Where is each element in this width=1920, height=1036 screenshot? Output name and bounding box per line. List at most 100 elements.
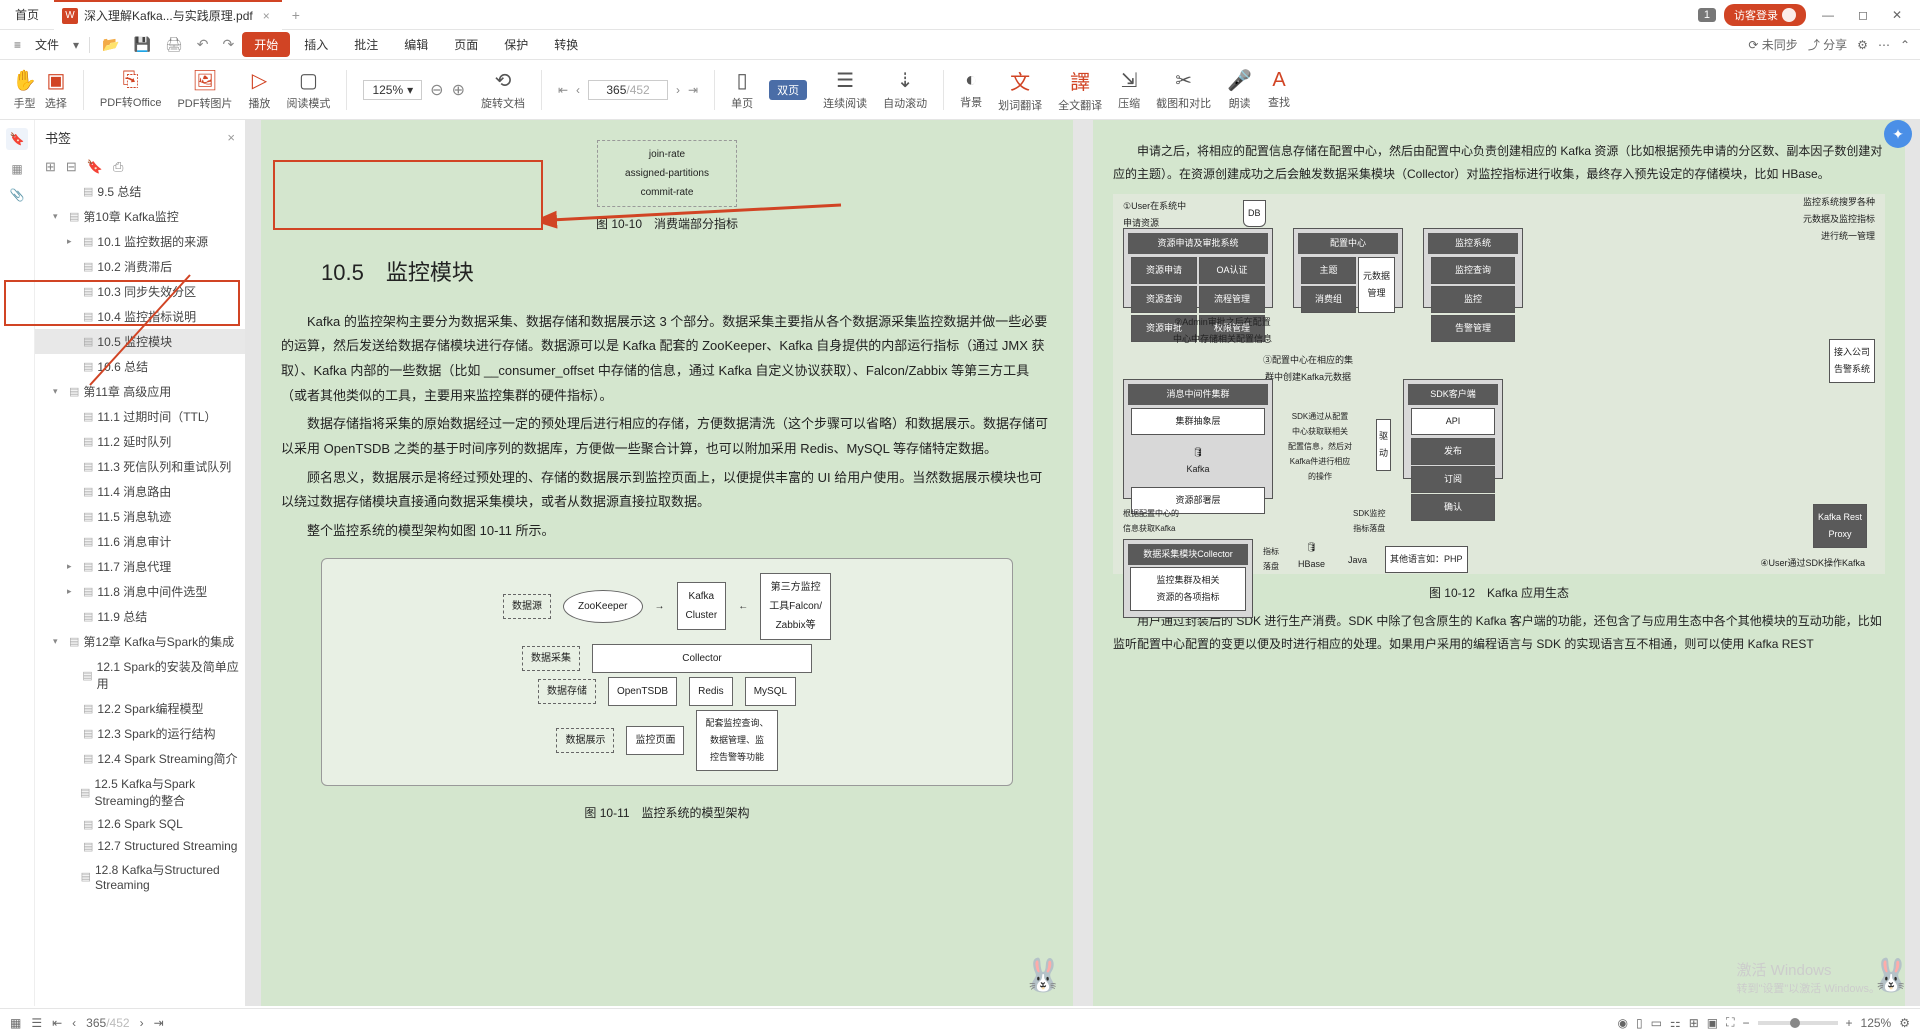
sb-icon[interactable]: ▣ [1707,1016,1718,1030]
auto-scroll[interactable]: ⇣自动滚动 [883,68,927,111]
save-icon[interactable]: 💾 [128,36,157,53]
zoom-in-icon[interactable]: ⊕ [452,80,465,100]
zoom-slider[interactable] [1758,1021,1838,1025]
bookmark-item[interactable]: ▤12.4 Spark Streaming简介 [35,746,245,771]
compress[interactable]: ⇲压缩 [1118,68,1140,111]
last-page-icon[interactable]: ⇥ [688,83,698,97]
document-viewport[interactable]: join-rate assigned-partitions commit-rat… [246,120,1920,1006]
bookmark-item[interactable]: ▤12.3 Spark的运行结构 [35,721,245,746]
bookmark-item[interactable]: ▤12.2 Spark编程模型 [35,696,245,721]
sync-status[interactable]: ⟳ 未同步 [1748,36,1797,53]
open-icon[interactable]: 📂 [96,36,125,53]
bookmark-item[interactable]: ▤12.1 Spark的安装及简单应用 [35,654,245,696]
collapse-ribbon-icon[interactable]: ⌃ [1900,38,1910,52]
dict-translate[interactable]: 文划词翻译 [998,66,1042,113]
close-tab-icon[interactable]: × [259,9,274,23]
double-page[interactable]: 双页 [769,80,807,100]
bookmark-item[interactable]: ▸▤11.8 消息中间件选型 [35,579,245,604]
bookmark-icon[interactable]: 🔖 [87,159,103,175]
bookmark-list[interactable]: ▤9.5 总结▾▤第10章 Kafka监控▸▤10.1 监控数据的来源▤10.2… [35,179,245,1006]
settings-icon[interactable]: ⚙ [1857,38,1868,52]
sb-icon[interactable]: ⚏ [1670,1016,1681,1030]
sb-zoom-in-icon[interactable]: + [1846,1016,1853,1030]
sb-next-icon[interactable]: › [140,1016,144,1030]
bookmark-item[interactable]: ▤12.5 Kafka与Spark Streaming的整合 [35,771,245,813]
background[interactable]: ◐背景 [960,69,982,110]
bookmark-item[interactable]: ▤10.2 消费滞后 [35,254,245,279]
tab-protect[interactable]: 保护 [492,36,540,53]
tab-annotate[interactable]: 批注 [342,36,390,53]
tab-start[interactable]: 开始 [242,32,290,57]
tab-edit[interactable]: 编辑 [392,36,440,53]
bookmark-item[interactable]: ▤11.2 延时队列 [35,429,245,454]
bookmark-item[interactable]: ▤11.5 消息轨迹 [35,504,245,529]
bookmark-item[interactable]: ▤10.5 监控模块 [35,329,245,354]
select-tool[interactable]: ▣选择 [45,68,67,111]
maximize-icon[interactable]: ◻ [1850,8,1876,22]
sb-zoom-fit-icon[interactable]: ⛶ [1726,1015,1734,1030]
page-input[interactable]: 365/452 [588,80,668,100]
undo-icon[interactable]: ↶ [191,36,215,53]
collapse-all-icon[interactable]: ⊟ [66,159,77,175]
full-translate[interactable]: 譯全文翻译 [1058,66,1102,113]
print-icon[interactable]: 🖨 [159,36,189,53]
sb-page[interactable]: 365/452 [86,1016,129,1030]
guest-login-button[interactable]: 访客登录 [1724,4,1806,26]
find[interactable]: A查找 [1268,69,1290,110]
prev-page-icon[interactable]: ‹ [576,83,580,97]
bookmark-item[interactable]: ▤10.3 同步失效分区 [35,279,245,304]
first-page-icon[interactable]: ⇤ [558,83,568,97]
screenshot-compare[interactable]: ✂截图和对比 [1156,68,1211,111]
sb-icon[interactable]: ▭ [1651,1016,1662,1030]
minimize-icon[interactable]: ― [1814,8,1842,22]
continuous-read[interactable]: ☰连续阅读 [823,68,867,111]
bookmark-item[interactable]: ▤11.3 死信队列和重试队列 [35,454,245,479]
sb-zoom-value[interactable]: 125% [1861,1016,1892,1030]
view-list-icon[interactable]: ☰ [31,1016,42,1030]
play-button[interactable]: ▷播放 [248,68,270,111]
sb-icon[interactable]: ◉ [1617,1016,1627,1030]
bookmark-item[interactable]: ▤9.5 总结 [35,179,245,204]
bookmark-item[interactable]: ▤11.9 总结 [35,604,245,629]
bookmark-item[interactable]: ▤10.4 监控指标说明 [35,304,245,329]
sb-first-icon[interactable]: ⇤ [52,1016,62,1030]
tab-convert[interactable]: 转换 [542,36,590,53]
sb-prev-icon[interactable]: ‹ [72,1016,76,1030]
sb-last-icon[interactable]: ⇥ [154,1016,164,1030]
tab-insert[interactable]: 插入 [292,36,340,53]
hand-tool[interactable]: ✋手型 [12,68,37,111]
expand-all-icon[interactable]: ⊞ [45,159,56,175]
close-panel-icon[interactable]: × [227,130,235,145]
tab-page[interactable]: 页面 [442,36,490,53]
bookmark-item[interactable]: ▤12.8 Kafka与Structured Streaming [35,857,245,896]
menu-icon[interactable]: ≡ [10,38,25,52]
pdf-to-office[interactable]: ⎘PDF转Office [100,69,162,110]
bookmark-item[interactable]: ▤12.7 Structured Streaming [35,835,245,857]
sb-icon[interactable]: ▯ [1636,1016,1643,1030]
bookmark-item[interactable]: ▤10.6 总结 [35,354,245,379]
more-icon[interactable]: ⋯ [1878,38,1890,52]
bookmark-item[interactable]: ▤11.6 消息审计 [35,529,245,554]
sb-zoom-out-icon[interactable]: − [1743,1016,1750,1030]
read-mode[interactable]: ▢阅读模式 [286,68,330,111]
bookmark-item[interactable]: ▸▤10.1 监控数据的来源 [35,229,245,254]
bookmark-tab-icon[interactable]: 🔖 [6,128,29,150]
zoom-select[interactable]: 125% ▾ [363,80,422,100]
bookmark-item[interactable]: ▾▤第10章 Kafka监控 [35,204,245,229]
single-page[interactable]: ▯单页 [731,68,753,111]
pdf-to-image[interactable]: 🖼PDF转图片 [177,68,232,111]
bookmark-item[interactable]: ▾▤第12章 Kafka与Spark的集成 [35,629,245,654]
next-page-icon[interactable]: › [676,83,680,97]
chevron-down-icon[interactable]: ▾ [69,38,83,52]
redo-icon[interactable]: ↷ [216,36,240,53]
thumbnail-tab-icon[interactable]: ▦ [11,162,22,176]
bookmark-item[interactable]: ▤11.4 消息路由 [35,479,245,504]
share-button[interactable]: ⤴ 分享 [1808,36,1847,53]
bookmark-item[interactable]: ▤12.6 Spark SQL [35,813,245,835]
sb-icon[interactable]: ⊞ [1689,1016,1699,1030]
bookmark-item[interactable]: ▾▤第11章 高级应用 [35,379,245,404]
zoom-out-icon[interactable]: ⊖ [430,80,443,100]
read-aloud[interactable]: 🎤朗读 [1227,68,1252,111]
notification-badge[interactable]: 1 [1698,8,1716,22]
bookmark-add-icon[interactable]: ⎙ [113,159,123,175]
